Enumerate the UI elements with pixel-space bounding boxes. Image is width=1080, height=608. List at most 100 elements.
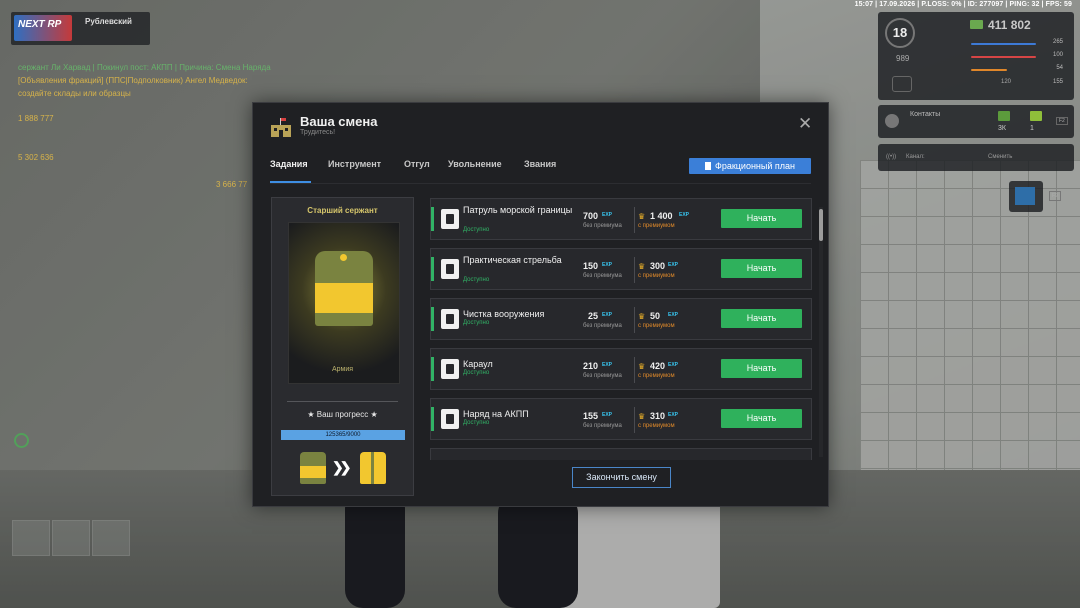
hud-stat-989: 989 bbox=[896, 54, 910, 63]
premium-reward-value: 310 bbox=[650, 411, 666, 421]
reward-label: без премиума bbox=[583, 373, 622, 379]
reward-divider bbox=[634, 257, 635, 283]
patch-button bbox=[340, 254, 347, 261]
reward-value: 25 bbox=[587, 311, 598, 321]
reward-divider bbox=[634, 407, 635, 433]
chat-line: создайте склады или образцы bbox=[18, 89, 131, 98]
tab-ranks[interactable]: Звания bbox=[524, 159, 556, 169]
task-icon bbox=[441, 309, 459, 329]
start-task-button[interactable]: Начать bbox=[721, 409, 802, 428]
task-list: Патруль морской границы Доступно 700 EXP без… bbox=[430, 196, 812, 460]
person-icon bbox=[885, 114, 899, 128]
location-marker-icon bbox=[14, 433, 29, 448]
exp-label: EXP bbox=[668, 262, 679, 268]
chat-line: сержант Ли Харвад | Покинул пост: АКПП |… bbox=[18, 63, 271, 72]
stat-bar bbox=[971, 69, 1007, 71]
premium-reward-value: 1 400 bbox=[650, 211, 673, 221]
task-row: Патруль морской границы Доступно 700 EXP без… bbox=[430, 198, 812, 240]
chat-line: 5 302 636 bbox=[18, 153, 54, 162]
rank-stripe bbox=[300, 466, 326, 478]
premium-reward-label: с премиумом bbox=[638, 323, 675, 329]
rank-divider bbox=[287, 401, 398, 402]
radio-channel-label: Канал: bbox=[906, 154, 925, 160]
modal-title: Ваша смена bbox=[300, 114, 378, 129]
stat-bar bbox=[971, 43, 1036, 45]
quick-slot[interactable] bbox=[52, 520, 90, 556]
task-row: Наряд на АКПП Доступно 155 EXP без премиума ♛… bbox=[430, 398, 812, 440]
task-row: Караул Доступно 210 EXP без премиума ♛ 420 EXP с… bbox=[430, 348, 812, 390]
tab-leave[interactable]: Отгул bbox=[404, 159, 430, 169]
progress-title: ★ Ваш прогресс ★ bbox=[307, 410, 378, 419]
start-task-button[interactable]: Начать bbox=[721, 259, 802, 278]
status-bar: 15:07 | 17.09.2026 | P.LOSS: 0% | ID: 27… bbox=[854, 1, 1072, 8]
progress-bar: 125365/9000 bbox=[281, 430, 405, 440]
tab-resignation[interactable]: Увольнение bbox=[448, 159, 502, 169]
end-shift-button[interactable]: Закончить смену bbox=[572, 467, 671, 488]
tab-tasks[interactable]: Задания bbox=[270, 159, 308, 169]
shift-modal: Ваша смена Трудитесь! ✕ Задания Инструме… bbox=[252, 102, 829, 507]
start-task-button[interactable]: Начать bbox=[721, 209, 802, 228]
next-rank-icon bbox=[360, 452, 386, 484]
radio-panel: ((•)) Канал: Сменить bbox=[878, 144, 1074, 171]
rank-branch: Армия bbox=[331, 366, 354, 373]
crown-icon: ♛ bbox=[638, 212, 646, 221]
radio-change-button[interactable]: Сменить bbox=[988, 154, 1012, 160]
cash-icon bbox=[998, 111, 1010, 121]
logo-text: NEXT RP bbox=[18, 19, 62, 30]
chat-log: сержант Ли Харвад | Покинул пост: АКПП |… bbox=[18, 62, 288, 192]
faction-plan-button[interactable]: Фракционный план bbox=[689, 158, 811, 174]
crown-icon: ♛ bbox=[638, 312, 646, 321]
chat-line: 3 666 77 bbox=[216, 180, 248, 189]
start-task-button[interactable]: Начать bbox=[721, 309, 802, 328]
reward-divider bbox=[634, 307, 635, 333]
rank-stripe bbox=[371, 452, 374, 484]
task-name: Наряд на АКПП bbox=[463, 409, 529, 419]
hud-stat-row: 120 155 bbox=[971, 79, 1063, 89]
close-icon[interactable]: ✕ bbox=[798, 115, 812, 132]
task-status-accent bbox=[431, 407, 434, 431]
inventory-icon bbox=[1015, 187, 1035, 205]
task-status: Доступно bbox=[463, 420, 490, 426]
scrollbar-thumb[interactable] bbox=[819, 209, 823, 241]
tab-tools[interactable]: Инструмент bbox=[328, 159, 381, 169]
reward-value: 700 bbox=[582, 211, 598, 221]
premium-reward-label: с премиумом bbox=[638, 373, 675, 379]
progress-text: 125365/9000 bbox=[325, 432, 361, 438]
rank-card: Старший сержант Армия ★ Ваш прогресс ★ 1… bbox=[271, 197, 414, 496]
task-icon bbox=[441, 359, 459, 379]
task-icon bbox=[441, 409, 459, 429]
stat-value: 155 bbox=[1052, 79, 1063, 85]
quick-slot[interactable] bbox=[92, 520, 130, 556]
inventory-hotkey: F9 bbox=[1049, 191, 1061, 201]
task-row bbox=[430, 448, 812, 460]
modal-subtitle: Трудитесь! bbox=[300, 129, 336, 136]
task-icon bbox=[441, 259, 459, 279]
exp-label: EXP bbox=[602, 212, 613, 218]
chat-line: 1 888 777 bbox=[18, 114, 54, 123]
hud-stat-row: 100 bbox=[971, 52, 1063, 62]
task-list-scrollbar[interactable] bbox=[819, 207, 823, 457]
task-status: Доступно bbox=[463, 320, 490, 326]
reward-label: без премиума bbox=[583, 423, 622, 429]
rank-name: Старший сержант bbox=[307, 206, 378, 215]
contacts-panel[interactable]: Контакты 3К 1 F2 bbox=[878, 105, 1074, 138]
stat-value: 100 bbox=[1052, 52, 1063, 58]
premium-reward-value: 300 bbox=[650, 261, 666, 271]
contacts-title: Контакты bbox=[910, 111, 941, 118]
contacts-count-2: 1 bbox=[1030, 125, 1034, 132]
crown-icon: ♛ bbox=[638, 362, 646, 371]
task-name: Практическая стрельба bbox=[463, 255, 562, 265]
crown-icon: ♛ bbox=[638, 412, 646, 421]
premium-reward-value: 50 bbox=[650, 311, 661, 321]
reward-label: без премиума bbox=[583, 323, 622, 329]
server-logo: NEXT RP Рублевский bbox=[11, 12, 150, 45]
start-task-button[interactable]: Начать bbox=[721, 359, 802, 378]
quick-slot[interactable] bbox=[12, 520, 50, 556]
inventory-widget[interactable] bbox=[1009, 181, 1043, 212]
premium-reward-label: с премиумом bbox=[638, 223, 675, 229]
faction-plan-label: Фракционный план bbox=[714, 161, 795, 171]
exp-label: EXP bbox=[668, 362, 679, 368]
money-icon bbox=[970, 20, 983, 29]
heart-icon bbox=[892, 76, 912, 92]
exp-label: EXP bbox=[602, 262, 613, 268]
